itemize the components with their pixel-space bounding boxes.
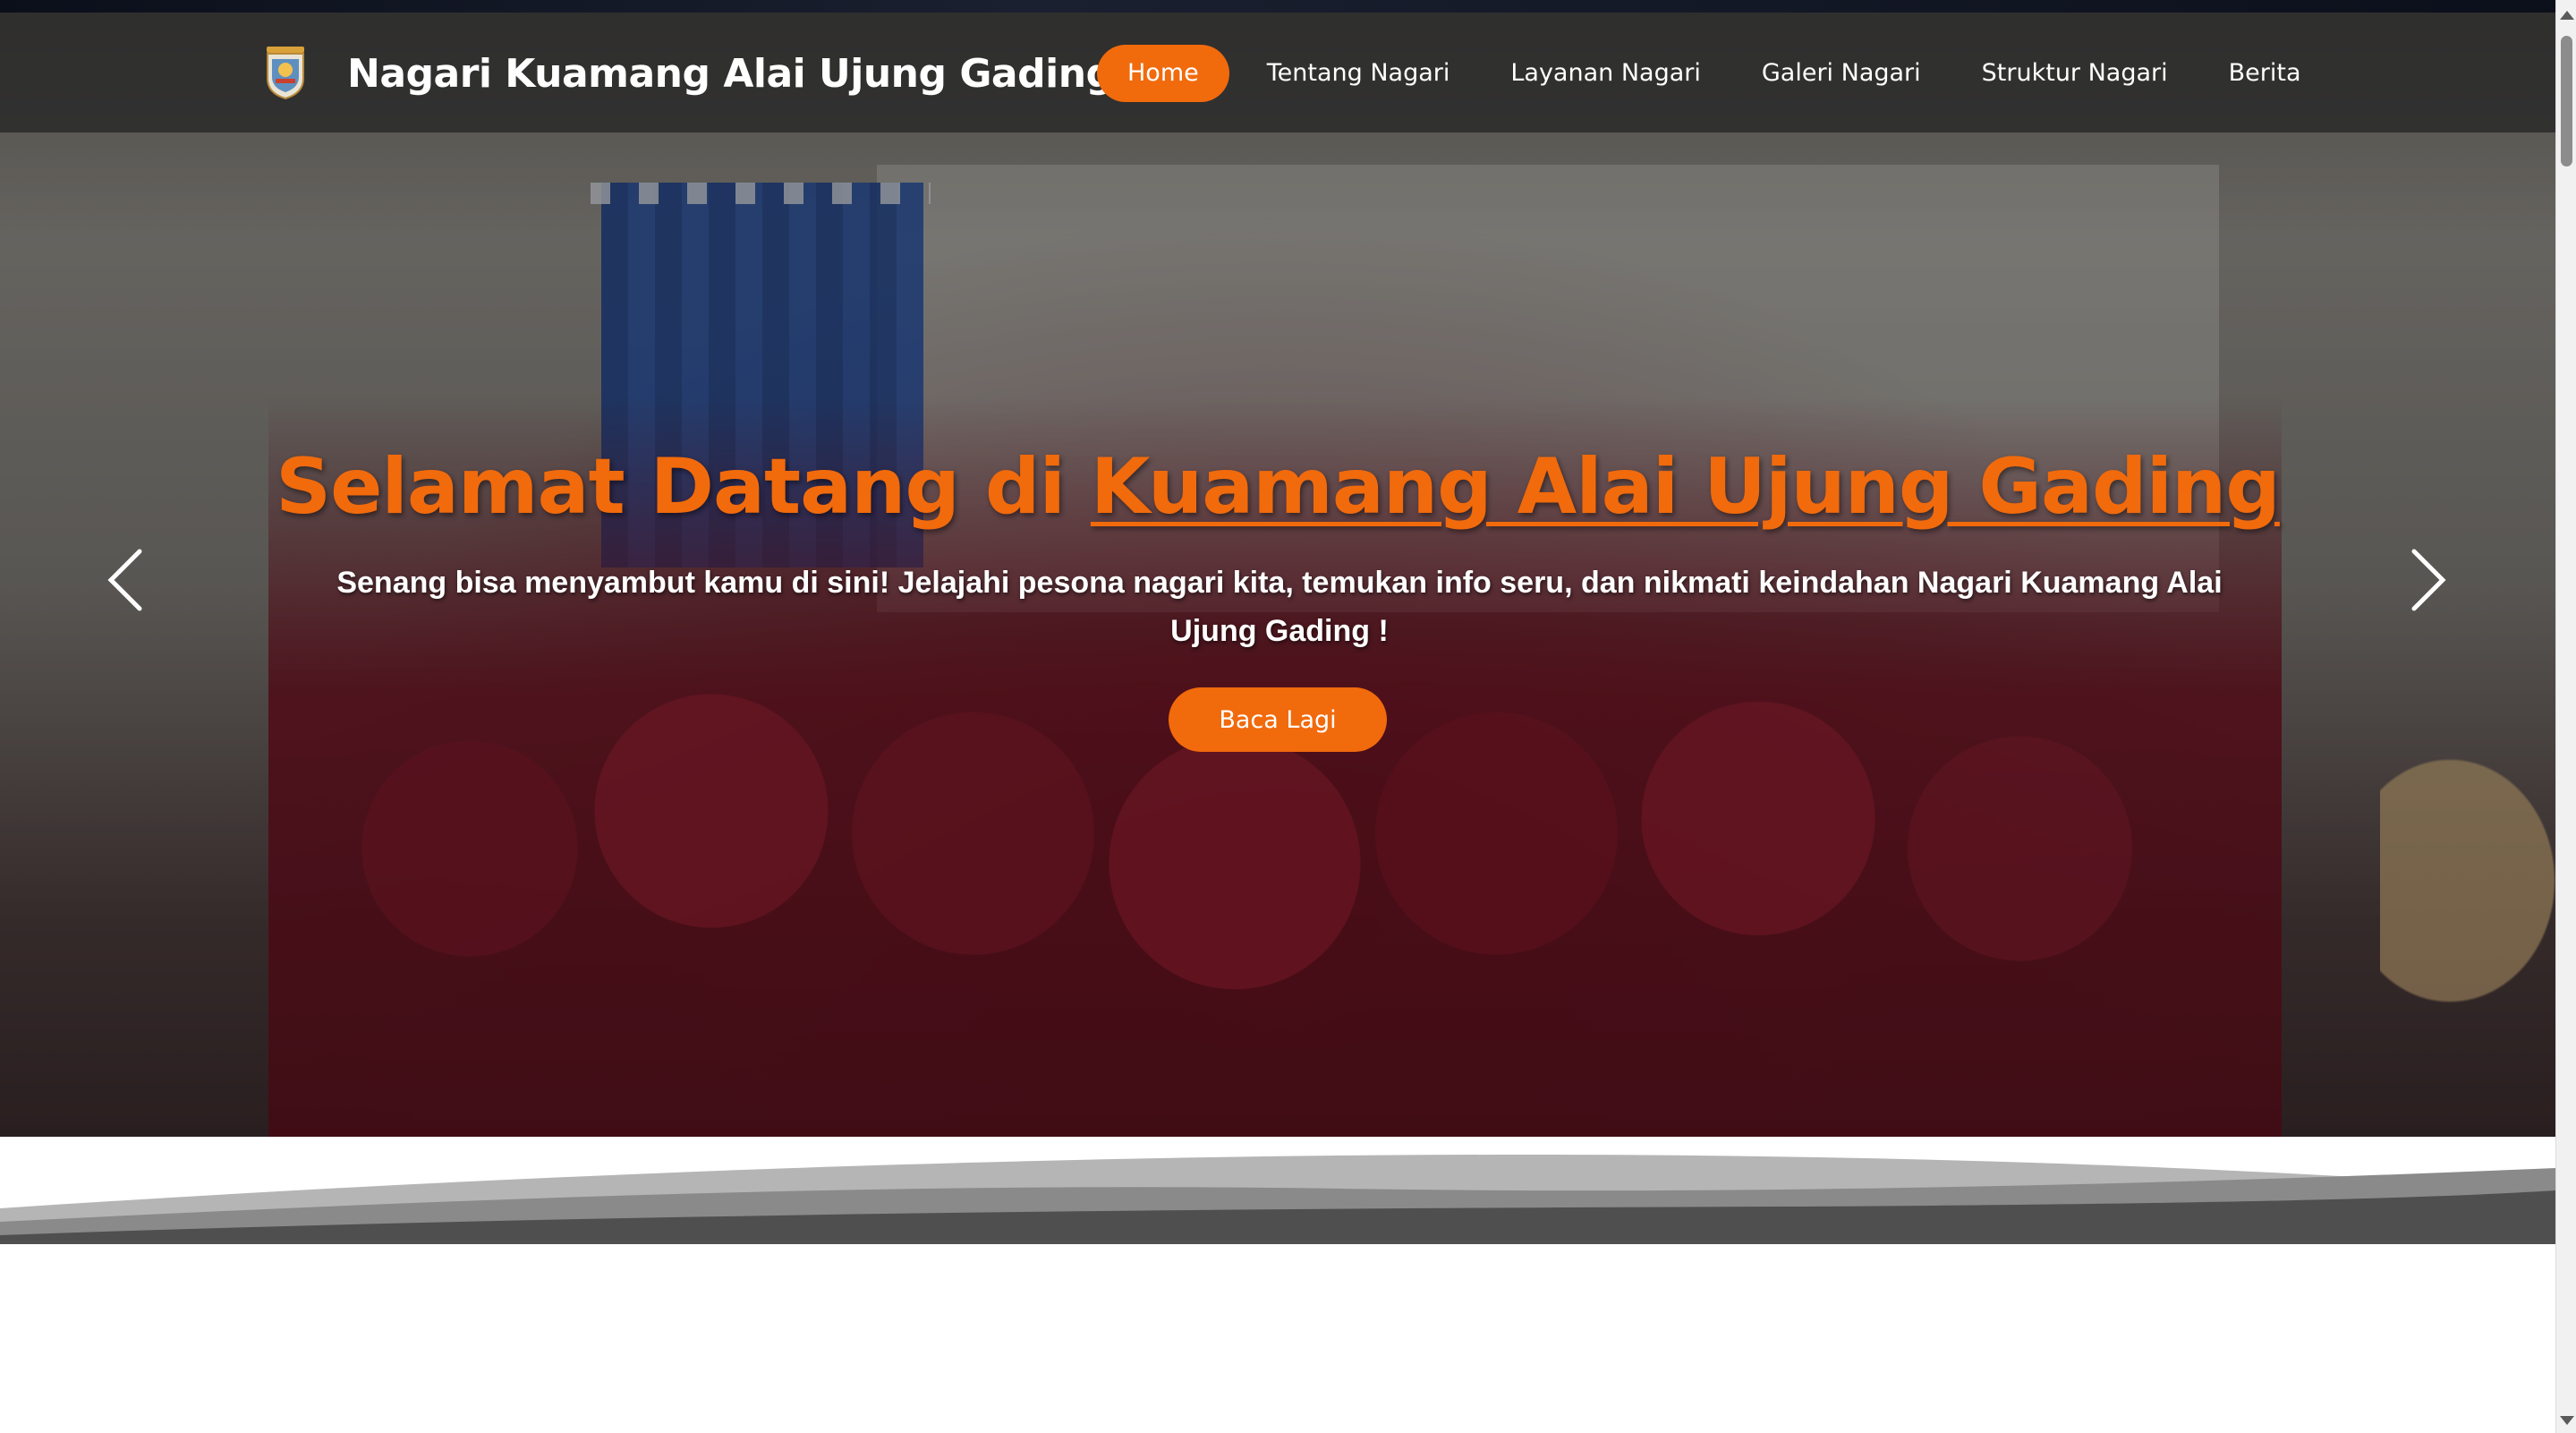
scroll-thumb[interactable] <box>2561 36 2572 166</box>
nav-item-tentang-nagari[interactable]: Tentang Nagari <box>1237 45 1481 102</box>
navbar: Nagari Kuamang Alai Ujung Gading Home Te… <box>0 13 2555 132</box>
nav-item-berita[interactable]: Berita <box>2198 45 2332 102</box>
hero-headline-prefix: Selamat Datang di <box>276 441 1091 532</box>
hero-wave-divider <box>0 1137 2555 1244</box>
page: Nagari Kuamang Alai Ujung Gading Home Te… <box>0 0 2576 1433</box>
hero-subtext: Senang bisa menyambut kamu di sini! Jela… <box>336 566 2223 648</box>
read-more-button[interactable]: Baca Lagi <box>1169 687 1387 752</box>
scroll-up-icon[interactable] <box>2560 11 2574 20</box>
hero-headline: Selamat Datang di Kuamang Alai Ujung Gad… <box>0 442 2555 532</box>
nav-item-home[interactable]: Home <box>1097 45 1229 102</box>
page-scrollbar[interactable] <box>2555 0 2576 1433</box>
nav-item-struktur-nagari[interactable]: Struktur Nagari <box>1951 45 2198 102</box>
scroll-down-icon[interactable] <box>2560 1416 2574 1425</box>
nav-item-layanan-nagari[interactable]: Layanan Nagari <box>1480 45 1731 102</box>
nav-item-galeri-nagari[interactable]: Galeri Nagari <box>1731 45 1951 102</box>
top-strip <box>0 0 2576 13</box>
chevron-left-icon[interactable] <box>100 544 154 616</box>
site-title[interactable]: Nagari Kuamang Alai Ujung Gading <box>347 52 1114 97</box>
chevron-right-icon[interactable] <box>2400 544 2453 616</box>
nagari-crest-icon[interactable] <box>263 45 308 100</box>
main-nav: Home Tentang Nagari Layanan Nagari Galer… <box>1097 45 2332 102</box>
hero-headline-highlight: Kuamang Alai Ujung Gading <box>1090 441 2281 532</box>
